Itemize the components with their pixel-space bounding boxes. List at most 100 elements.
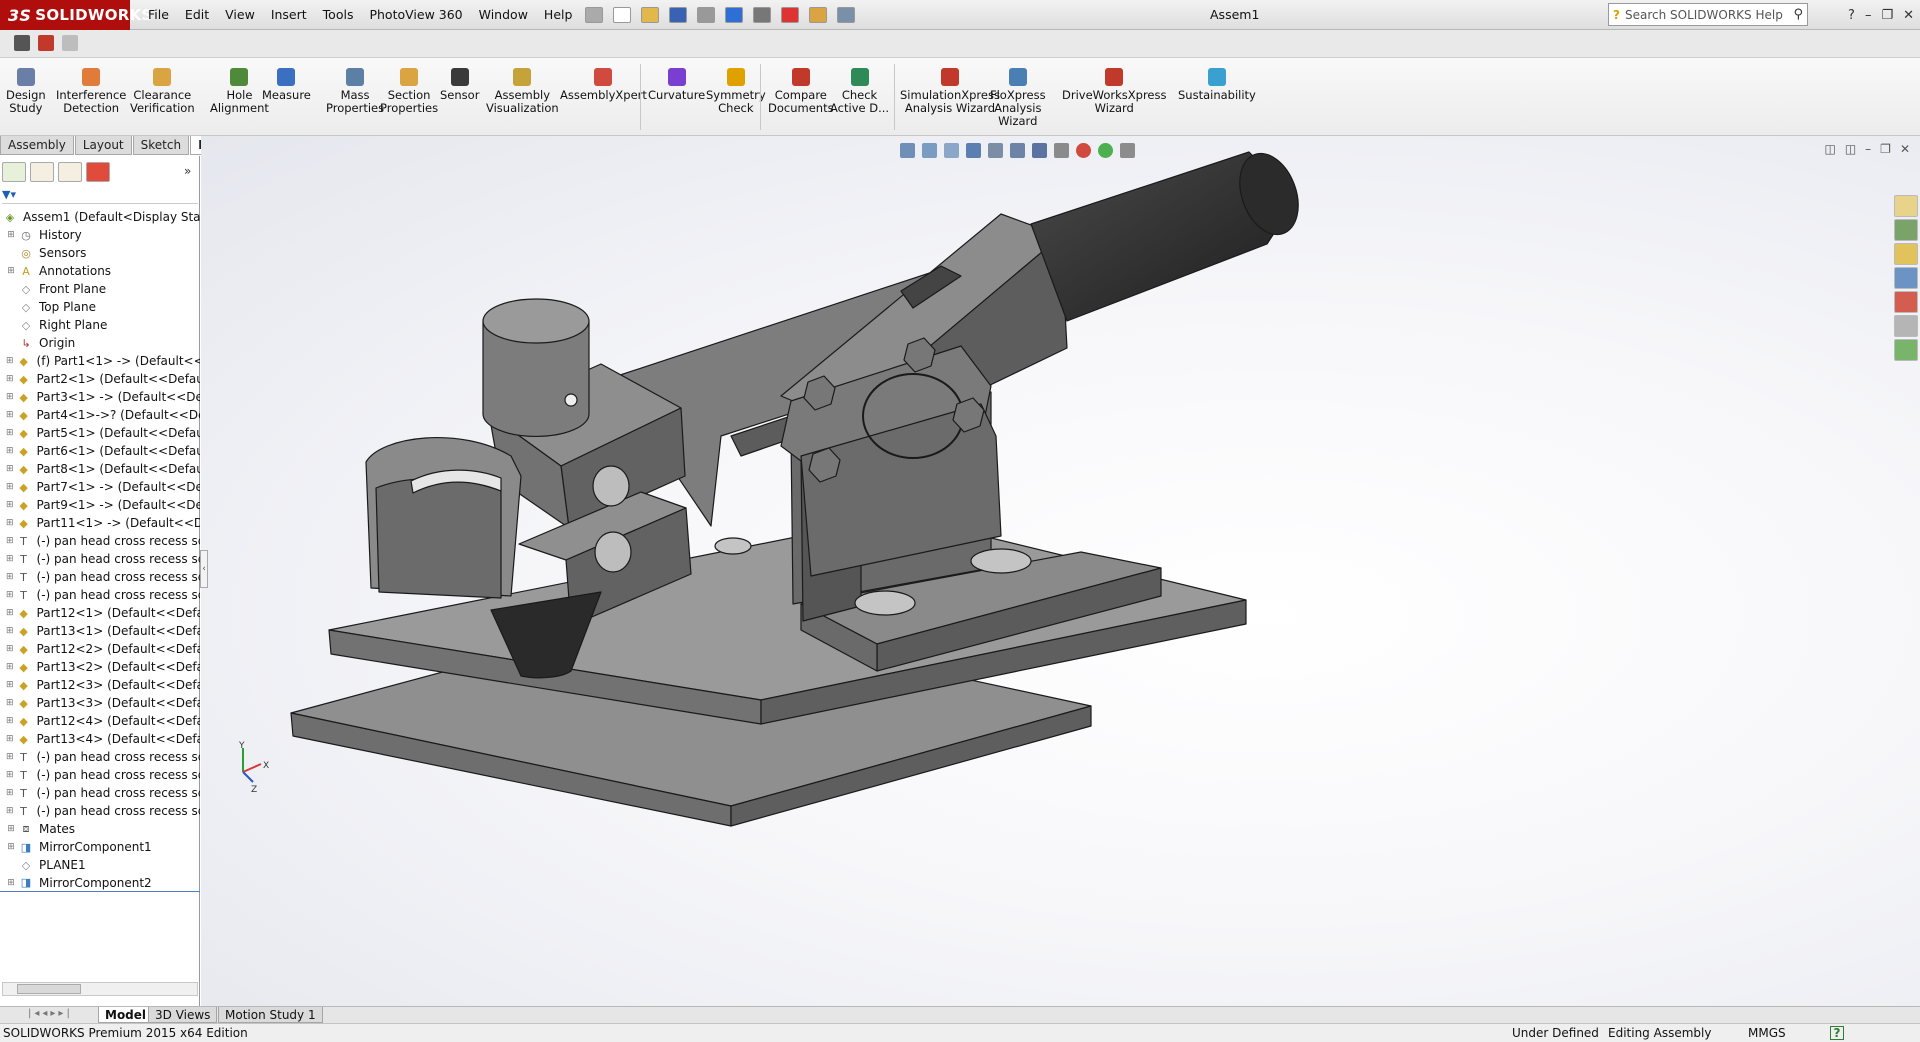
zoom-to-fit-icon[interactable] [900,142,915,158]
tree-item[interactable]: ⊞ ◆ Part12<2> (Default<<Default: [0,640,200,658]
edit-appearance-icon[interactable] [1076,142,1091,158]
menu-help[interactable]: Help [536,0,581,30]
tree-item[interactable]: ⊞ A Annotations [0,262,200,280]
section-view-icon[interactable] [966,142,981,158]
assembly-model[interactable]: Y X Z [201,136,1920,1006]
home-icon[interactable] [1894,195,1918,217]
configuration-manager-tab-icon[interactable] [58,162,82,182]
tree-item[interactable]: ⊞ ◆ Part13<2> (Default<<Default: [0,658,200,676]
tree-item[interactable]: ⊞ ◆ Part8<1> (Default<<Default> [0,460,200,478]
search-help-input[interactable]: ? Search SOLIDWORKS Help ⚲ [1608,3,1808,26]
expand-icon[interactable]: ⊞ [6,824,16,834]
rebuild-icon[interactable] [781,7,800,23]
tab-layout[interactable]: Layout [74,136,132,155]
ribbon-button-section-properties[interactable]: Section Properties [380,58,438,136]
help-menu-icon[interactable]: ? [1848,8,1855,23]
panel-splitter[interactable]: ‹ [200,550,208,588]
file-explorer-icon[interactable] [1894,243,1918,265]
tree-item[interactable]: ⊞ ◆ Part5<1> (Default<<Default> [0,424,200,442]
ribbon-button-compare-documents[interactable]: Compare Documents [768,58,834,136]
tree-item[interactable]: ⊞ T (-) pan head cross recess screw [0,748,200,766]
ribbon-button-hole-alignment[interactable]: Hole Alignment [210,58,269,136]
expand-icon[interactable]: ⊞ [6,536,14,546]
ribbon-button-clearance-verification[interactable]: Clearance Verification [130,58,195,136]
pan-head-screw[interactable] [592,465,630,507]
tree-item[interactable]: ⊞ ◨ MirrorComponent1 [0,838,200,856]
expand-icon[interactable]: ⊞ [6,518,14,528]
tree-item[interactable]: ◇ PLANE1 [0,856,200,874]
viewport-restore-button[interactable]: ❐ [1880,142,1891,156]
expand-icon[interactable]: ⊞ [6,680,14,690]
expand-icon[interactable]: ⊞ [6,590,14,600]
tree-item[interactable]: ⊞ T (-) pan head cross recess screw [0,568,200,586]
status-help-icon[interactable]: ? [1830,1026,1844,1040]
expand-icon[interactable]: ⊞ [6,608,14,618]
expand-icon[interactable]: ⊞ [6,464,14,474]
ribbon-button-mass-properties[interactable]: Mass Properties [326,58,384,136]
bottom-tab-motion-study-1[interactable]: Motion Study 1 [218,1007,323,1023]
custom-properties-icon[interactable] [1894,315,1918,337]
ribbon-button-curvature[interactable]: Curvature [648,58,705,136]
collapse-arrow-icon[interactable]: ‹ [202,564,206,574]
close-button[interactable]: ✕ [1903,8,1914,23]
expand-icon[interactable]: ⊞ [6,716,14,726]
ribbon-button-driveworksxpress-wizard[interactable]: DriveWorksXpress Wizard [1062,58,1166,136]
tree-item[interactable]: ⊞ ◆ Part13<4> (Default<<Default: [0,730,200,748]
feature-manager-tab-icon[interactable] [2,162,26,182]
tree-item[interactable]: ⊞ T (-) pan head cross recess screw [0,550,200,568]
expand-icon[interactable]: ⊞ [6,806,14,816]
ribbon-button-measure[interactable]: Measure [262,58,311,136]
tree-item[interactable]: ◇ Top Plane [0,298,200,316]
tree-item[interactable]: ⊞ T (-) pan head cross recess screw [0,766,200,784]
tree-item[interactable]: ↳ Origin [0,334,200,352]
new-document-icon[interactable] [613,7,632,23]
pin-icon[interactable] [585,7,604,23]
tree-horizontal-scrollbar[interactable] [2,982,198,996]
tree-item[interactable]: ⊞ ◆ Part12<1> (Default<<Default: [0,604,200,622]
expand-icon[interactable]: ⊞ [6,500,14,510]
menu-edit[interactable]: Edit [177,0,217,30]
tree-item[interactable]: ⊞ ◨ MirrorComponent2 [0,874,200,892]
appearances-icon[interactable] [1894,291,1918,313]
tree-item[interactable]: ⊞ ◆ Part2<1> (Default<<Default> [0,370,200,388]
open-icon[interactable] [641,7,660,23]
expand-icon[interactable]: ⊞ [6,230,16,240]
tab-sketch[interactable]: Sketch [132,136,190,155]
menu-photoview-360[interactable]: PhotoView 360 [361,0,470,30]
ribbon-button-sensor[interactable]: Sensor [440,58,479,136]
filter-icon[interactable]: ▼▾ [2,188,16,201]
expand-icon[interactable]: ⊞ [6,554,14,564]
pan-head-screw[interactable] [970,548,1032,574]
tree-item[interactable]: ⊞ ◆ Part3<1> -> (Default<<Defau [0,388,200,406]
tree-item[interactable]: ⊞ ◆ Part13<3> (Default<<Default: [0,694,200,712]
minimize-button[interactable]: – [1865,8,1872,23]
scrollbar-thumb[interactable] [17,984,81,994]
display-manager-tab-icon[interactable] [86,162,110,182]
display-style-icon[interactable] [1032,142,1047,158]
expand-panel-icon[interactable]: » [184,164,191,178]
ribbon-button-interference-detection[interactable]: Interference Detection [56,58,126,136]
viewport-close-button[interactable]: ✕ [1900,142,1910,156]
solidworks-logo[interactable]: 3S SOLIDWORKS [0,0,152,30]
spindle-cylinder[interactable] [482,298,590,438]
viewport-minimize-button[interactable]: – [1865,142,1871,156]
bottom-tab-model[interactable]: Model [98,1007,154,1023]
file-properties-icon[interactable] [809,7,828,23]
design-library-icon[interactable] [1894,219,1918,241]
tile-horizontal-icon[interactable]: ◫ [1824,142,1835,156]
ribbon-button-check-active-d[interactable]: Check Active D... [830,58,889,136]
tree-item[interactable]: ⊞ T (-) pan head cross recess screw [0,532,200,550]
zoom-to-area-icon[interactable] [922,142,937,158]
expand-icon[interactable]: ⊞ [6,482,14,492]
tree-item[interactable]: ◇ Front Plane [0,280,200,298]
expand-icon[interactable]: ⊞ [6,752,14,762]
expand-icon[interactable]: ⊞ [6,644,14,654]
ribbon-button-assembly-visualization[interactable]: Assembly Visualization [486,58,559,136]
ribbon-button-sustainability[interactable]: Sustainability [1178,58,1256,136]
bottom-tab-3d-views[interactable]: 3D Views [148,1007,218,1023]
pan-head-screw[interactable] [714,537,752,555]
expand-icon[interactable]: ⊞ [6,842,16,852]
tree-item[interactable]: ◎ Sensors [0,244,200,262]
previous-view-icon[interactable] [944,142,959,158]
units-selector[interactable]: MMGS [1748,1024,1786,1042]
